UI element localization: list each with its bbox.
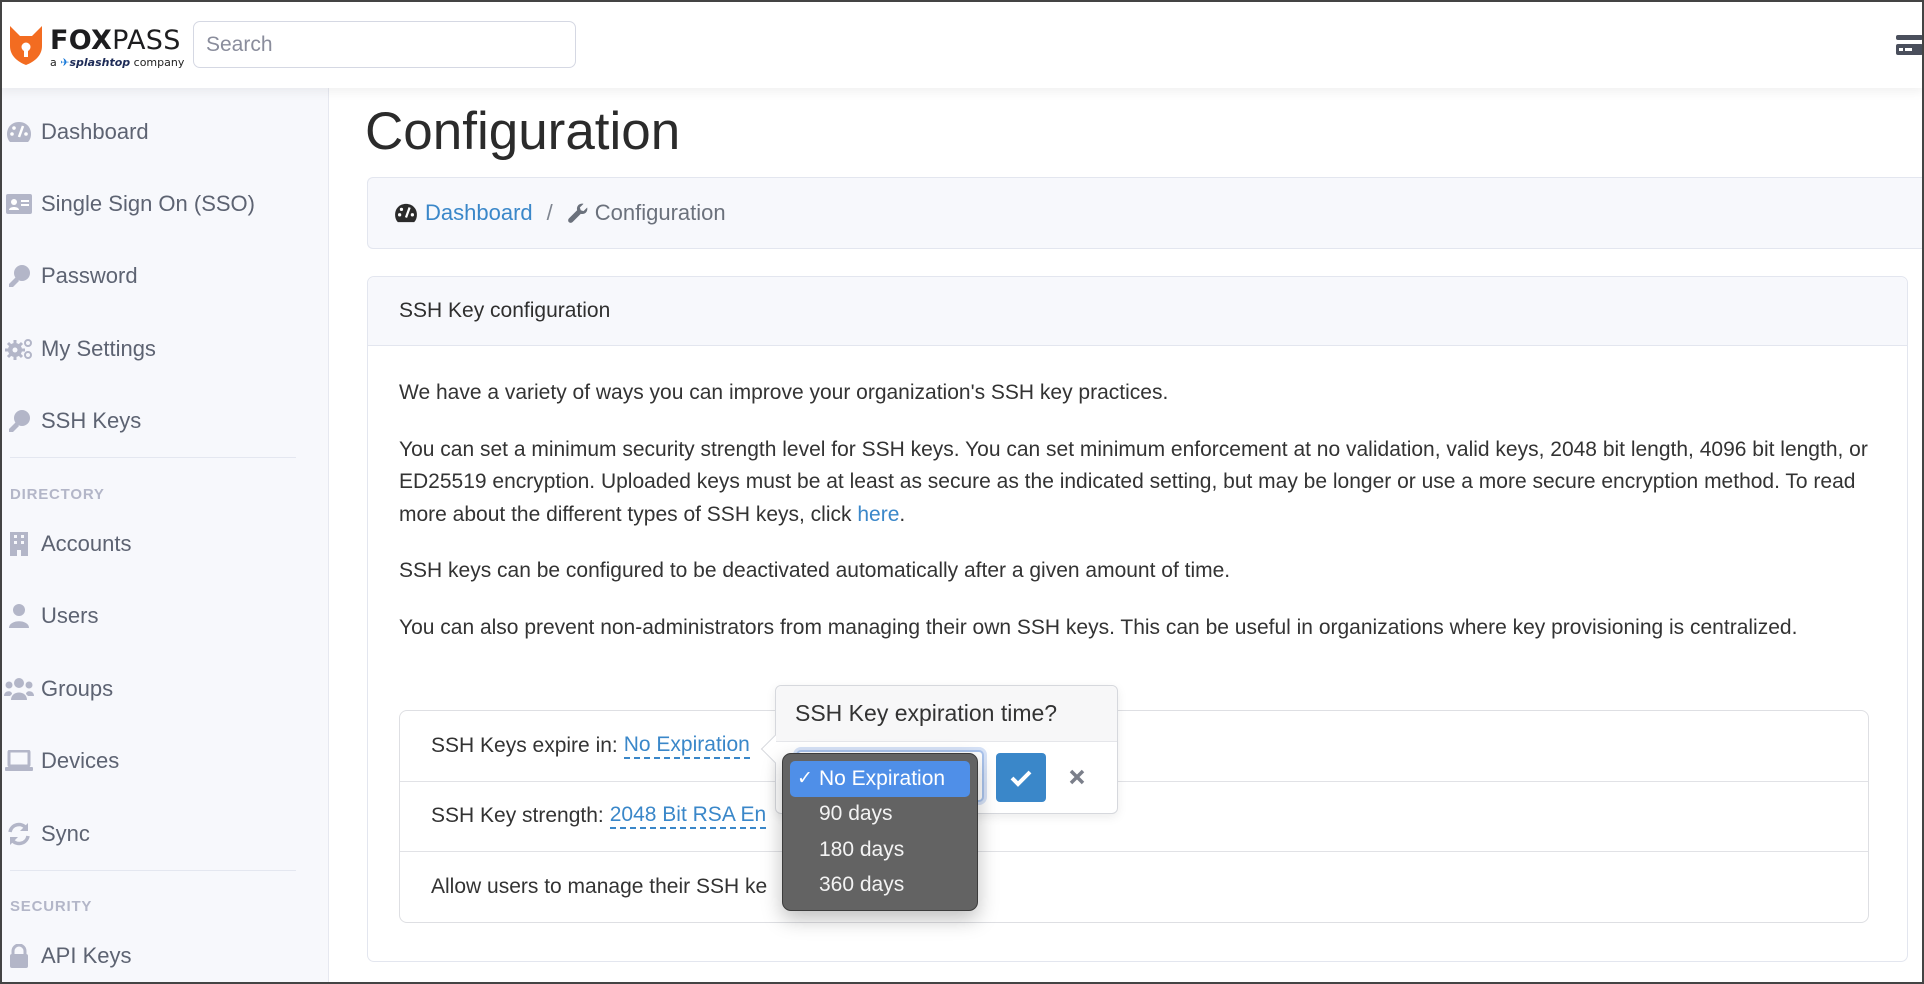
sidebar-item-label: Dashboard — [41, 119, 149, 144]
dropdown-option-180-days[interactable]: 180 days — [790, 832, 970, 868]
sidebar-item-password[interactable]: Password — [0, 248, 328, 304]
menu-toggle-icon[interactable] — [1895, 34, 1924, 58]
setting-label: SSH Key strength: — [431, 804, 604, 828]
fox-shield-icon — [10, 26, 42, 65]
popover-title: SSH Key expiration time? — [776, 686, 1117, 742]
sidebar-divider — [10, 457, 296, 458]
users-icon — [0, 678, 41, 700]
key-icon — [0, 264, 41, 288]
setting-label: Allow users to manage their SSH ke — [431, 875, 768, 899]
logo-wordmark: FOXPASS — [50, 25, 181, 56]
wrench-icon — [567, 203, 588, 223]
sidebar-item-ssh-keys[interactable]: SSH Keys — [0, 393, 328, 449]
lock-icon — [0, 944, 41, 968]
tachometer-icon — [0, 121, 41, 143]
management-paragraph: You can also prevent non-administrators … — [399, 615, 1798, 639]
checkmark-icon: ✓ — [797, 768, 813, 790]
tachometer-icon — [395, 203, 417, 223]
sidebar-item-label: My Settings — [41, 336, 156, 361]
dropdown-option-360-days[interactable]: 360 days — [790, 868, 970, 904]
check-icon — [1010, 770, 1032, 787]
sidebar-item-label: Sync — [41, 821, 90, 846]
building-icon — [0, 532, 41, 556]
sidebar-item-devices[interactable]: Devices — [0, 733, 328, 789]
search-input[interactable] — [193, 21, 576, 68]
foxpass-logo[interactable]: FOXPASS a ✈splashtop company — [8, 22, 184, 72]
dropdown-option-90-days[interactable]: 90 days — [790, 797, 970, 833]
strength-editable-link[interactable]: 2048 Bit RSA En — [609, 803, 767, 830]
dropdown-option-no-expiration[interactable]: ✓ No Expiration — [790, 761, 970, 797]
close-icon — [1069, 769, 1085, 785]
sidebar-item-label: SSH Keys — [41, 408, 142, 433]
setting-row-allow-users: Allow users to manage their SSH ke — [400, 852, 1868, 923]
breadcrumb-current: Configuration — [594, 200, 726, 225]
ssh-key-types-link[interactable]: here — [857, 503, 899, 526]
intro-paragraph: We have a variety of ways you can improv… — [399, 381, 1169, 404]
id-card-icon — [0, 194, 41, 214]
sidebar-section-directory: DIRECTORY — [10, 486, 105, 503]
sidebar-item-label: Groups — [41, 676, 114, 701]
setting-label: SSH Keys expire in: — [431, 733, 618, 757]
laptop-icon — [0, 750, 41, 772]
breadcrumb-separator: / — [546, 200, 553, 225]
sidebar-item-label: Password — [41, 263, 138, 288]
top-navbar: FOXPASS a ✈splashtop company — [0, 0, 1924, 88]
sidebar-item-label: Devices — [41, 748, 120, 773]
cogs-icon — [0, 337, 41, 361]
expiration-editable-link[interactable]: No Expiration — [623, 733, 750, 759]
strength-paragraph: You can set a minimum security strength … — [399, 437, 1868, 526]
sidebar-item-sso[interactable]: Single Sign On (SSO) — [0, 176, 328, 232]
sidebar-item-label: Users — [41, 603, 99, 628]
setting-row-strength: SSH Key strength: 2048 Bit RSA En — [400, 782, 1868, 852]
sidebar-item-label: API Keys — [41, 943, 132, 968]
logo-tagline: a ✈splashtop company — [50, 56, 185, 69]
sidebar-section-security: SECURITY — [10, 898, 93, 915]
sidebar-item-label: Accounts — [41, 531, 132, 556]
cancel-button[interactable] — [1065, 765, 1089, 789]
breadcrumb: Dashboard / Configuration — [367, 177, 1924, 249]
sidebar-item-label: Single Sign On (SSO) — [41, 191, 255, 216]
settings-list: SSH Keys expire in: No Expiration SSH Ke… — [399, 710, 1869, 923]
page-title: Configuration — [365, 102, 681, 161]
card-header: SSH Key configuration — [368, 277, 1907, 346]
expiration-paragraph: SSH keys can be configured to be deactiv… — [399, 559, 1231, 582]
sidebar: Dashboard Single Sign On (SSO) Password … — [0, 88, 329, 984]
sync-icon — [0, 822, 41, 846]
sidebar-item-groups[interactable]: Groups — [0, 661, 328, 717]
expiration-dropdown-list: ✓ No Expiration 90 days 180 days 360 day… — [782, 753, 978, 911]
sidebar-divider — [10, 870, 296, 871]
confirm-button[interactable] — [996, 753, 1046, 802]
sidebar-item-accounts[interactable]: Accounts — [0, 516, 328, 572]
user-icon — [0, 604, 41, 628]
breadcrumb-dashboard-link[interactable]: Dashboard — [425, 200, 533, 226]
sidebar-item-api-keys[interactable]: API Keys — [0, 928, 328, 984]
sidebar-item-my-settings[interactable]: My Settings — [0, 321, 328, 377]
sidebar-item-dashboard[interactable]: Dashboard — [0, 104, 328, 160]
sidebar-item-users[interactable]: Users — [0, 588, 328, 644]
ssh-key-config-card: SSH Key configuration We have a variety … — [367, 276, 1908, 962]
sidebar-item-sync[interactable]: Sync — [0, 806, 328, 862]
key-icon — [0, 409, 41, 433]
card-body: We have a variety of ways you can improv… — [399, 377, 1879, 668]
setting-row-expiration: SSH Keys expire in: No Expiration — [400, 711, 1868, 782]
